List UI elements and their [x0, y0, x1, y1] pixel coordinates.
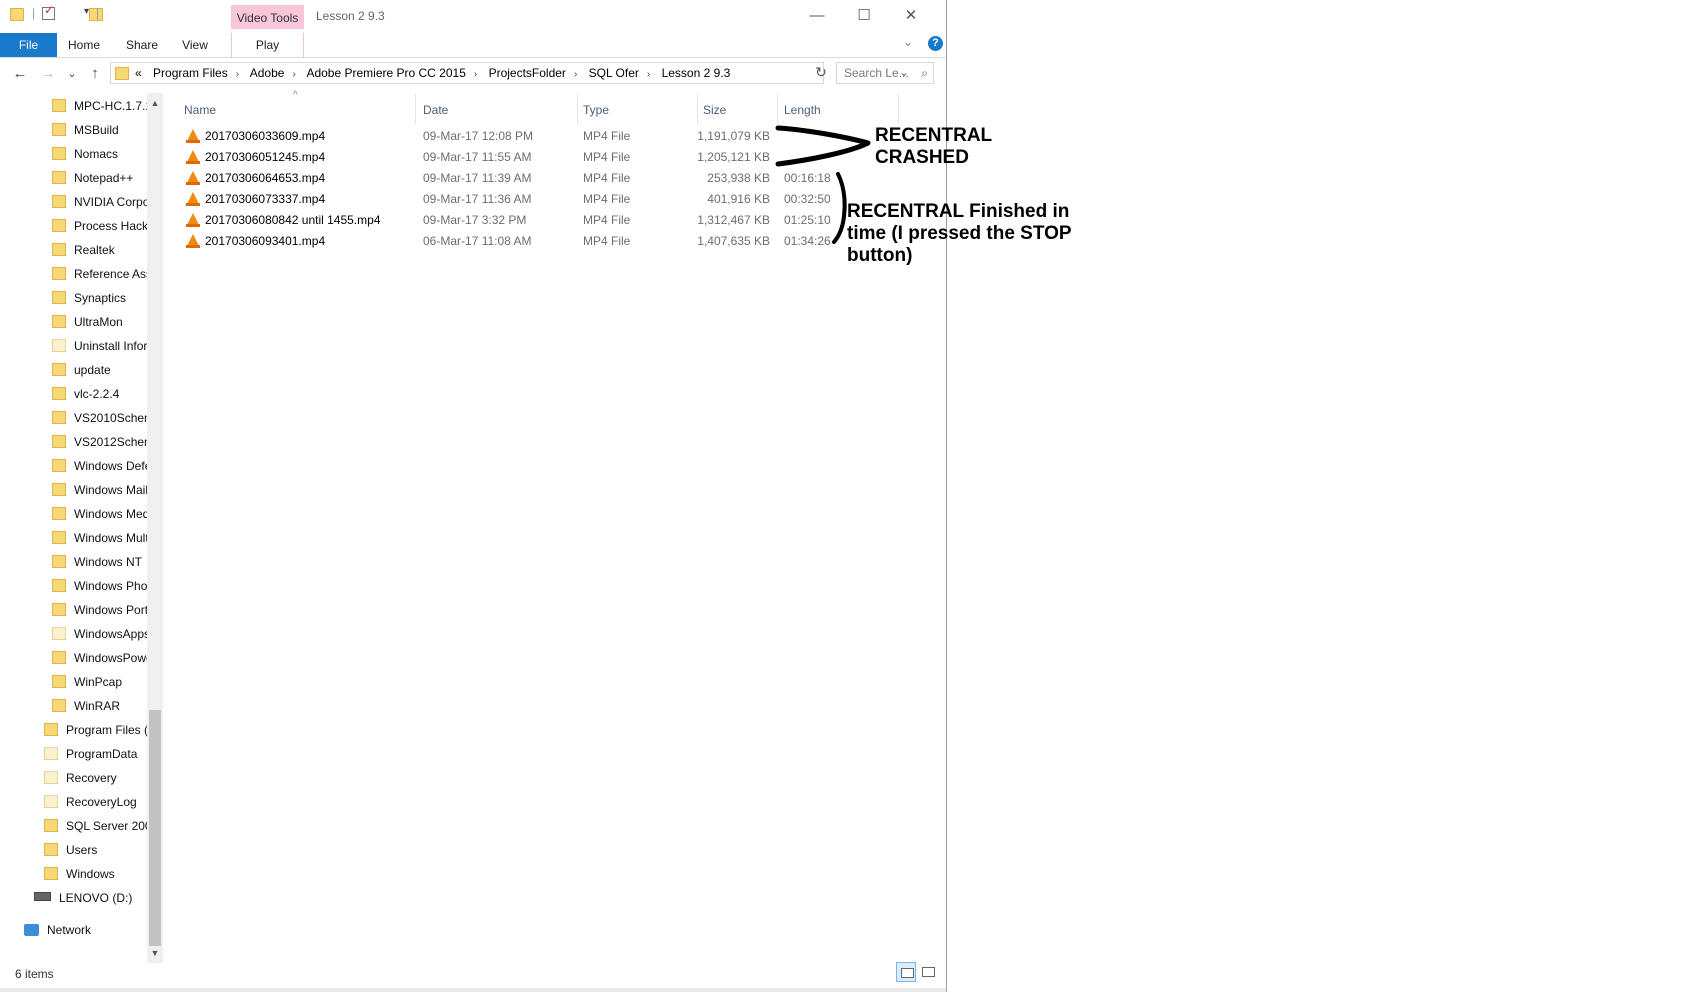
annotation-crashed-line2: CRASHED [875, 147, 969, 168]
annotation-strokes [775, 125, 871, 244]
finished-brace-stroke [832, 172, 847, 244]
annotation-finished-line1: RECENTRAL Finished in [847, 201, 1070, 222]
crashed-bracket-stroke [775, 125, 871, 167]
annotation-finished-line2: time (I pressed the STOP [847, 223, 1072, 244]
annotation-crashed-line1: RECENTRAL [875, 125, 993, 146]
annotation-finished-line3: button) [847, 245, 913, 266]
